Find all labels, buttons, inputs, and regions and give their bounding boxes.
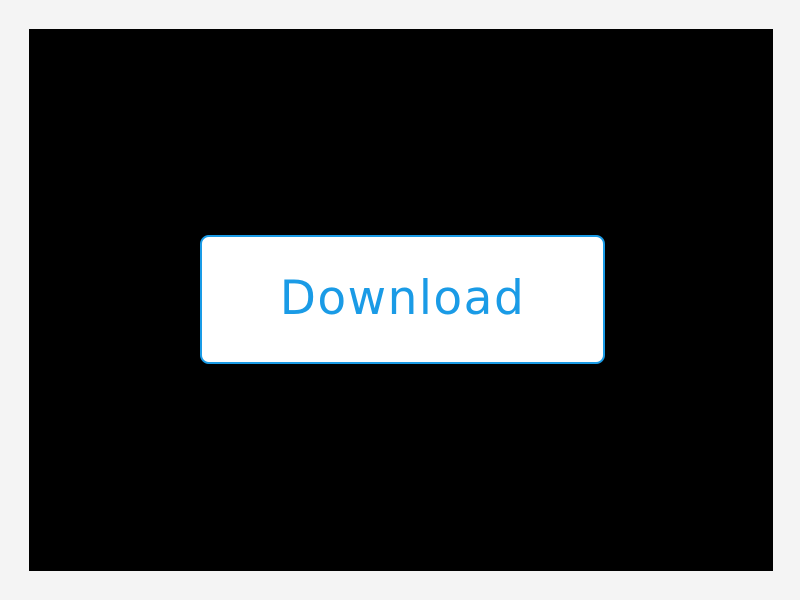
download-button[interactable]: Download: [200, 235, 605, 364]
download-button-label: Download: [279, 270, 526, 326]
